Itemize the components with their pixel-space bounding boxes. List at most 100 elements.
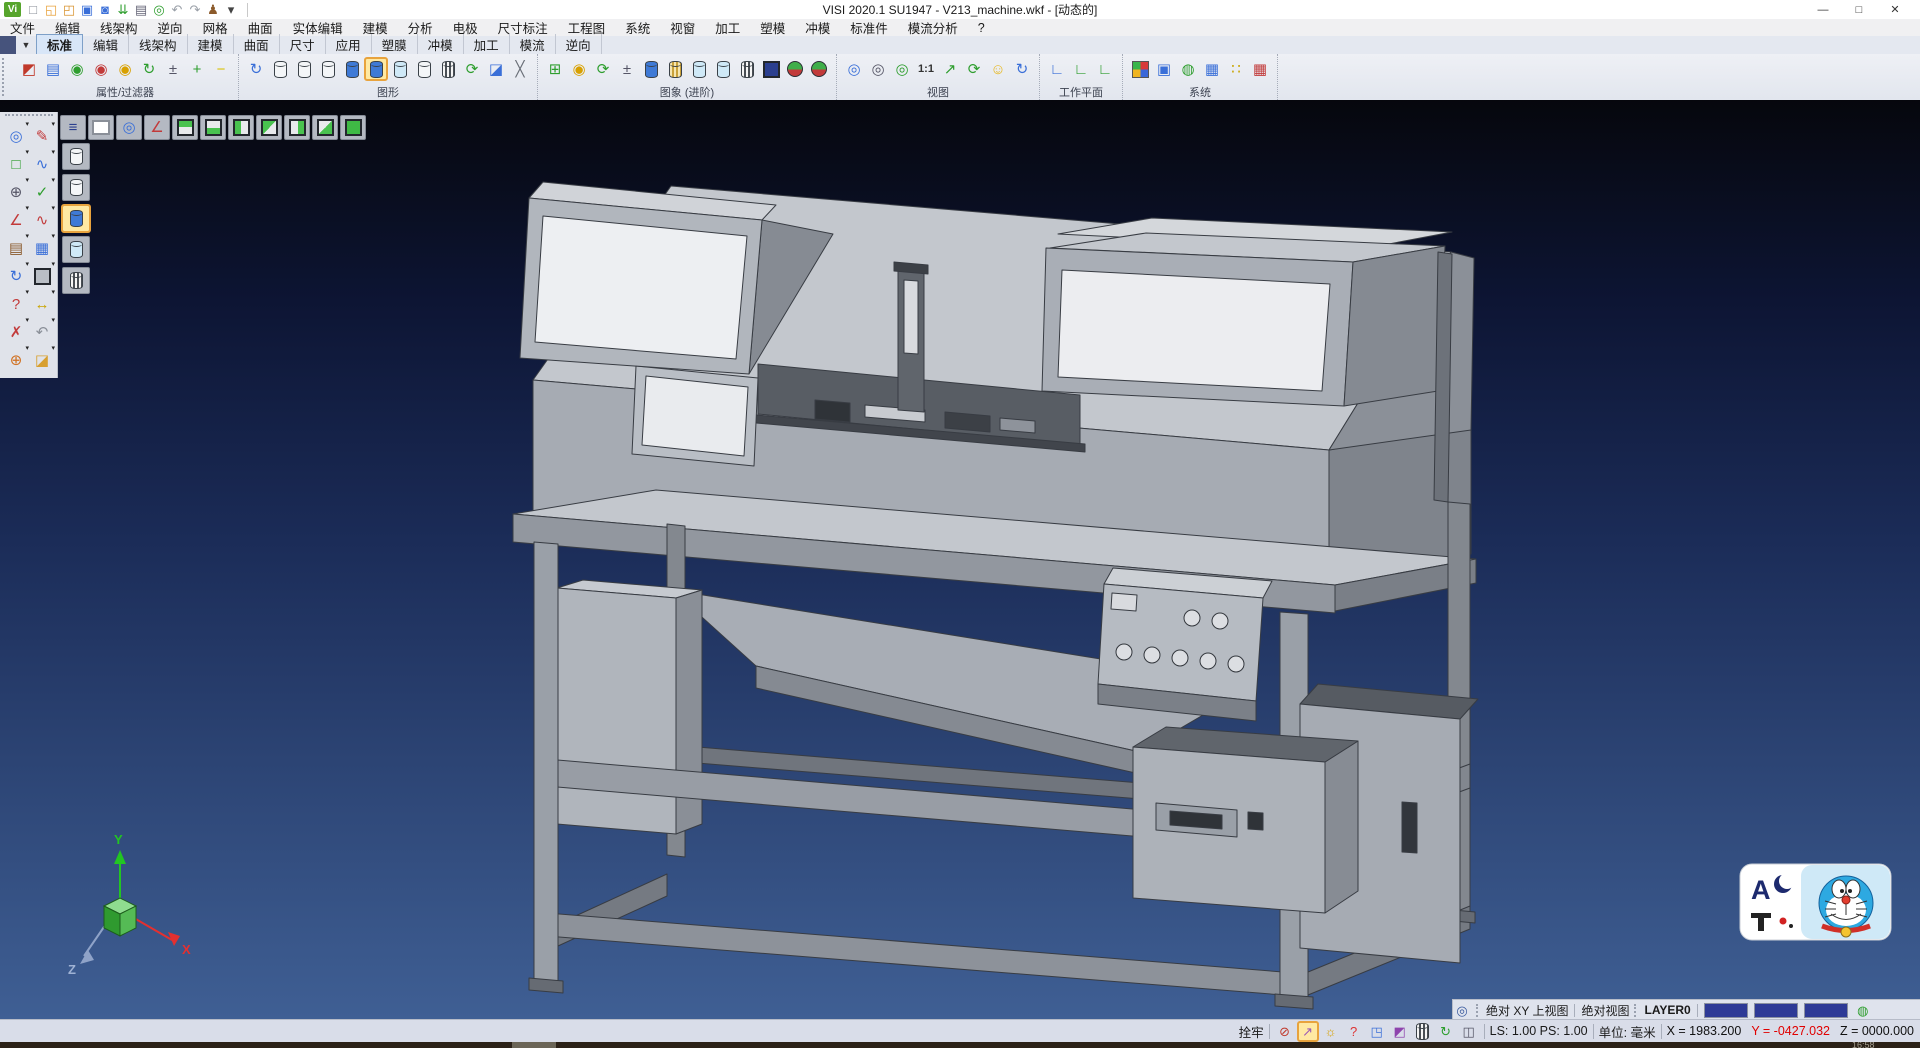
view-front-icon[interactable] — [256, 115, 282, 140]
history-icon[interactable]: ♟ — [204, 1, 222, 17]
save-all-icon[interactable]: ⇊ — [114, 1, 132, 17]
color-swatch-1[interactable] — [1704, 1003, 1748, 1018]
tab-dropdown-icon[interactable]: ▼ — [16, 40, 36, 50]
display-wire-shaded-icon[interactable] — [62, 267, 90, 294]
regen-icon[interactable]: ↻ — [5, 265, 27, 287]
filter-plus-icon[interactable]: + — [186, 58, 208, 80]
toolbar-tab-加工[interactable]: 加工 — [464, 34, 510, 56]
toolbar-tab-逆向[interactable]: 逆向 — [556, 34, 602, 56]
display-transparent-icon[interactable] — [62, 236, 90, 263]
zoom-1-1-icon[interactable]: 1:1 — [915, 58, 937, 80]
close-button[interactable]: ✕ — [1878, 1, 1912, 18]
filter-toggle-icon[interactable]: ± — [162, 58, 184, 80]
units-readout[interactable]: 单位: 毫米 — [1599, 1022, 1656, 1041]
system-monitor-icon[interactable]: ▣ — [1153, 58, 1175, 80]
hidden-line-display-icon[interactable] — [293, 58, 315, 80]
workplane-standard-icon[interactable]: ∟ — [1046, 58, 1068, 80]
toolbar-tab-冲模[interactable]: 冲模 — [418, 34, 464, 56]
toolbar-tab-尺寸[interactable]: 尺寸 — [280, 34, 326, 56]
copy-attributes-icon[interactable]: ▤ — [42, 58, 64, 80]
toolbar-handle[interactable] — [2, 58, 10, 96]
redo-icon[interactable]: ↷ — [186, 1, 204, 17]
color-table-icon[interactable] — [1129, 58, 1151, 80]
workplane-entity-icon[interactable]: ∟ — [1070, 58, 1092, 80]
navy-cube-icon[interactable] — [760, 58, 782, 80]
export-solid-icon[interactable] — [712, 58, 734, 80]
menu-item-加工[interactable]: 加工 — [705, 18, 750, 37]
wcs-axes-icon[interactable]: ∠ — [5, 209, 27, 231]
navigation-wheel-icon[interactable]: ⊕ — [5, 349, 27, 371]
zoom-filter-icon[interactable]: ⊕ — [5, 181, 27, 203]
new-file-icon[interactable]: □ — [24, 1, 42, 17]
menu-item-标准件[interactable]: 标准件 — [840, 18, 898, 37]
open-folder-icon[interactable]: ◱ — [42, 1, 60, 17]
toolbar-tab-模流[interactable]: 模流 — [510, 34, 556, 56]
wireframe-display-icon[interactable] — [269, 58, 291, 80]
wireframe-cylinder-icon[interactable] — [437, 58, 459, 80]
cube-purple-icon[interactable]: ◩ — [1390, 1022, 1410, 1041]
menu-item-冲模[interactable]: 冲模 — [795, 18, 840, 37]
display-shaded-icon[interactable] — [62, 205, 90, 232]
filter-add-icon[interactable]: ◉ — [66, 58, 88, 80]
attributes-library-icon[interactable]: ▤ — [5, 237, 27, 259]
menu-item-塑模[interactable]: 塑模 — [750, 18, 795, 37]
fit-view-icon[interactable] — [88, 115, 114, 140]
copy-display-icon[interactable]: ◪ — [485, 58, 507, 80]
toolbar-tab-建模[interactable]: 建模 — [188, 34, 234, 56]
minimize-button[interactable]: — — [1806, 1, 1840, 18]
view-iso-icon[interactable] — [340, 115, 366, 140]
entity-refresh-icon[interactable]: ⟳ — [592, 58, 614, 80]
display-wireframe-icon[interactable] — [62, 143, 90, 170]
globe-icon[interactable]: ◍ — [1854, 999, 1872, 1021]
menu-item-系统[interactable]: 系统 — [615, 18, 660, 37]
measure-icon[interactable]: ↔ — [31, 293, 53, 315]
undo-icon[interactable]: ↶ — [168, 1, 186, 17]
toolbar-tab-编辑[interactable]: 编辑 — [83, 34, 129, 56]
verify-solid-icon[interactable] — [688, 58, 710, 80]
view-left-icon[interactable] — [228, 115, 254, 140]
view-right-icon[interactable] — [284, 115, 310, 140]
color-swatch-3[interactable] — [1804, 1003, 1848, 1018]
viewbar-menu-icon[interactable]: ≡ — [60, 115, 86, 140]
gold-cylinder-icon[interactable] — [664, 58, 686, 80]
solid-preview-icon[interactable] — [31, 265, 53, 287]
select-window-icon[interactable]: □ — [5, 153, 27, 175]
help-icon[interactable]: ? — [5, 293, 27, 315]
toolbar-handle[interactable] — [5, 114, 53, 122]
filter-remove-icon[interactable]: ◉ — [90, 58, 112, 80]
toolbar-tab-塑膜[interactable]: 塑膜 — [372, 34, 418, 56]
dashed-hidden-display-icon[interactable] — [317, 58, 339, 80]
toolbar-tab-应用[interactable]: 应用 — [326, 34, 372, 56]
color-swatch-2[interactable] — [1754, 1003, 1798, 1018]
menu-item-视窗[interactable]: 视窗 — [660, 18, 705, 37]
entity-plusminus-icon[interactable]: ± — [616, 58, 638, 80]
maximize-button[interactable]: □ — [1842, 1, 1876, 18]
zoom-extents-icon[interactable]: ◎ — [891, 58, 913, 80]
workplane-view-icon[interactable]: ∟ — [1094, 58, 1116, 80]
sketch-curve-icon[interactable]: ∿ — [31, 153, 53, 175]
delete-icon[interactable]: ✗ — [5, 321, 27, 343]
view-mode-label[interactable]: 绝对 XY 上视图 — [1486, 1002, 1568, 1019]
open-model-icon[interactable]: ◪ — [31, 349, 53, 371]
filter-minus-icon[interactable]: − — [210, 58, 232, 80]
table-settings-icon[interactable]: ▦ — [1201, 58, 1223, 80]
attributes-paint-icon[interactable]: ◩ — [18, 58, 40, 80]
qa-dropdown-icon[interactable]: ▾ — [222, 1, 240, 17]
menu-item-?[interactable]: ? — [968, 21, 995, 35]
axes-view-icon[interactable]: ∠ — [144, 115, 170, 140]
display-hidden-icon[interactable] — [62, 174, 90, 201]
cylinder-stripe-icon[interactable] — [1413, 1022, 1433, 1041]
transparent-display-icon[interactable] — [389, 58, 411, 80]
view-bottom-icon[interactable] — [200, 115, 226, 140]
menu-item-模流分析[interactable]: 模流分析 — [898, 18, 968, 37]
display-settings-icon[interactable]: ╳ — [509, 58, 531, 80]
solid-view-icon[interactable] — [640, 58, 662, 80]
redraw-icon[interactable]: ↻ — [245, 58, 267, 80]
view-back-icon[interactable] — [312, 115, 338, 140]
work-grid-icon[interactable]: ▦ — [1249, 58, 1271, 80]
window-grid-icon[interactable]: ◫ — [1459, 1022, 1479, 1041]
sphere-arrow-icon[interactable] — [808, 58, 830, 80]
entity-lights-icon[interactable]: ◉ — [568, 58, 590, 80]
window-layout-icon[interactable]: ▦ — [31, 237, 53, 259]
zoom-view-icon[interactable]: ◎ — [116, 115, 142, 140]
